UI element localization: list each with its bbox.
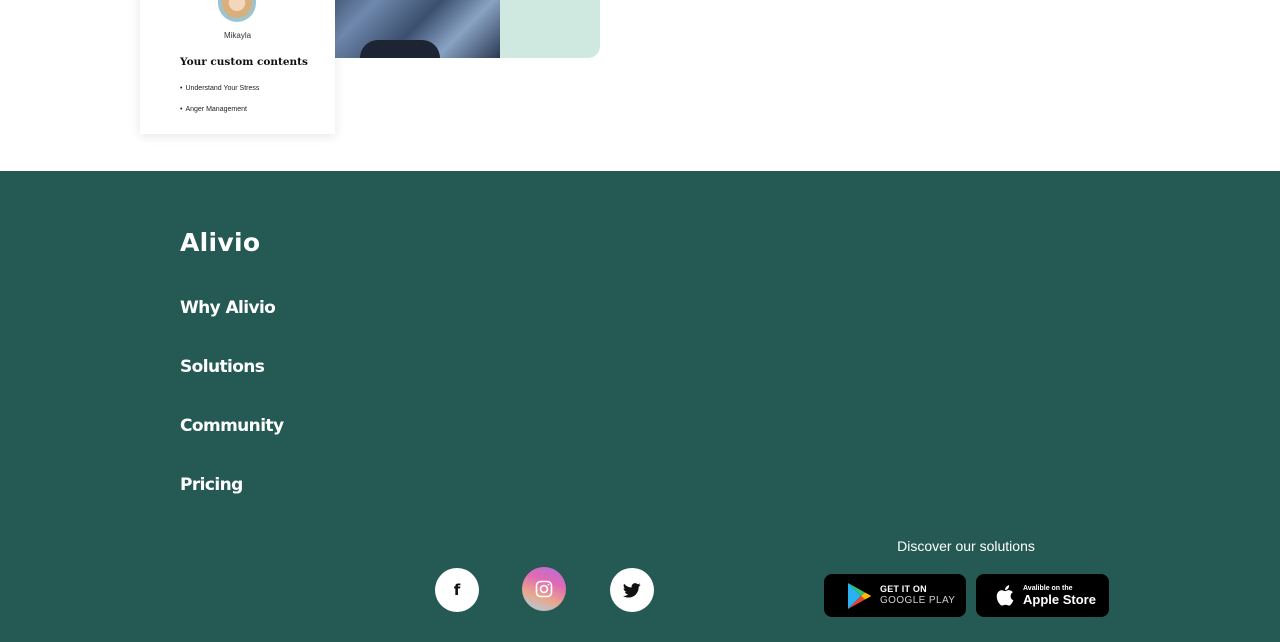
facebook-glyph: f xyxy=(453,581,461,599)
profile-card: Mikayla Your custom contents Understand … xyxy=(140,0,335,134)
list-item: Anger Management xyxy=(180,105,259,126)
top-section: Mikayla Your custom contents Understand … xyxy=(0,0,1280,171)
nav-link-community[interactable]: Community xyxy=(180,415,284,474)
google-badge-small: GET IT ON xyxy=(880,584,927,594)
google-play-icon xyxy=(845,582,873,610)
google-badge-text: GET IT ON GOOGLE PLAY xyxy=(880,585,955,606)
apple-badge-text: Avalible on the Apple Store xyxy=(1023,585,1096,606)
google-badge-big: GOOGLE PLAY xyxy=(880,595,956,606)
hero-image xyxy=(300,0,600,58)
facebook-icon[interactable]: f xyxy=(435,568,479,612)
nav-link-why-alivio[interactable]: Why Alivio xyxy=(180,297,283,356)
footer: Alivio Why Alivio Solutions Community Pr… xyxy=(0,171,1280,642)
list-item: Understand Your Stress xyxy=(180,84,259,105)
nav-link-pricing[interactable]: Pricing xyxy=(180,474,283,533)
instagram-icon[interactable] xyxy=(522,567,566,611)
footer-nav: Why Alivio Solutions Community Pricing xyxy=(180,297,284,533)
apple-badge-big: Apple Store xyxy=(1023,592,1096,607)
avatar xyxy=(218,0,256,22)
apple-badge-small: Avalible on the xyxy=(1023,585,1073,592)
twitter-glyph xyxy=(623,582,641,598)
card-title: Your custom contents xyxy=(180,56,308,68)
twitter-icon[interactable] xyxy=(610,568,654,612)
apple-icon xyxy=(994,582,1016,610)
google-play-button[interactable]: GET IT ON GOOGLE PLAY xyxy=(824,574,966,617)
instagram-glyph xyxy=(535,580,553,598)
content-list: Understand Your Stress Anger Management xyxy=(180,84,259,126)
discover-text: Discover our solutions xyxy=(897,538,1035,554)
brand-logo[interactable]: Alivio xyxy=(180,228,260,257)
apple-store-button[interactable]: Avalible on the Apple Store xyxy=(976,574,1109,617)
nav-link-solutions[interactable]: Solutions xyxy=(180,356,283,415)
profile-name: Mikayla xyxy=(223,31,252,40)
